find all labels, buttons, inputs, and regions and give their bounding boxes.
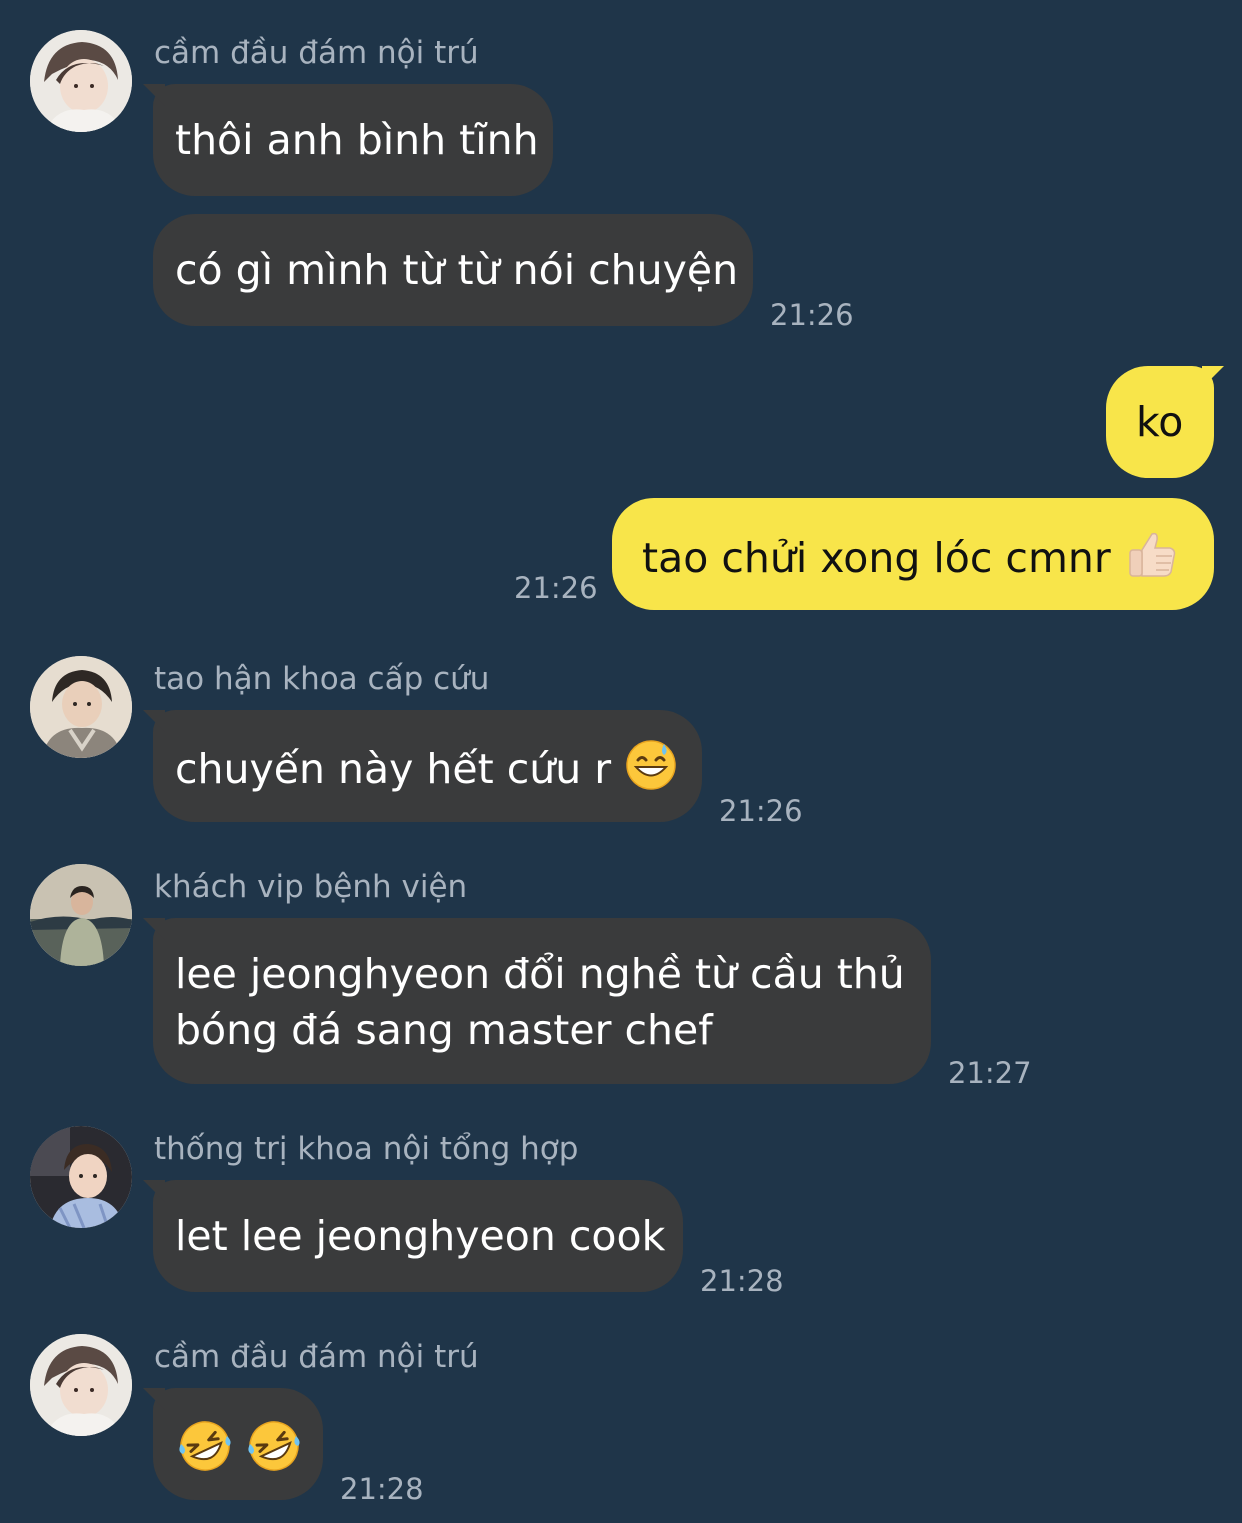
message-text: có gì mình từ từ nói chuyện: [175, 246, 739, 294]
avatar[interactable]: [30, 30, 132, 132]
message-bubble[interactable]: lee jeonghyeon đổi nghề từ cầu thủ bóng …: [143, 918, 931, 1084]
bubble-tail: [143, 710, 165, 732]
message-bubble[interactable]: [143, 1388, 323, 1500]
bubble-tail: [143, 84, 165, 106]
message-timestamp: 21:26: [514, 571, 598, 605]
message-text: thôi anh bình tĩnh: [175, 116, 539, 164]
bubble-tail: [143, 918, 165, 940]
sender-name: tao hận khoa cấp cứu: [154, 661, 490, 697]
message-timestamp: 21:26: [719, 794, 803, 828]
bubble-tail: [143, 1388, 165, 1410]
message-text: let lee jeonghyeon cook: [175, 1212, 666, 1260]
message-text: ko: [1136, 398, 1184, 446]
message-timestamp: 21:28: [340, 1472, 424, 1506]
avatar[interactable]: [30, 1126, 132, 1228]
message-bubble[interactable]: có gì mình từ từ nói chuyện: [153, 214, 753, 326]
message-bubble-mine[interactable]: tao chửi xong lóc cmnr: [612, 498, 1214, 610]
message-text: chuyến này hết cứu r: [175, 745, 612, 793]
message-bubble[interactable]: let lee jeonghyeon cook: [143, 1180, 683, 1292]
thumbs-up-icon: [1124, 526, 1180, 596]
message-timestamp: 21:28: [700, 1264, 784, 1298]
message-text: lee jeonghyeon đổi nghề từ cầu thủ bóng …: [175, 950, 905, 1054]
message-bubble[interactable]: chuyến này hết cứu r: [143, 710, 702, 822]
grinning-sweat-icon: [624, 738, 678, 806]
rolling-laughing-icon: [177, 1418, 233, 1488]
message-timestamp: 21:27: [948, 1056, 1032, 1090]
bubble-tail: [1202, 366, 1224, 388]
sender-name: khách vip bệnh viện: [154, 869, 468, 905]
rolling-laughing-icon: [246, 1418, 302, 1488]
avatar[interactable]: [30, 864, 132, 966]
message-timestamp: 21:26: [770, 298, 854, 332]
message-bubble-mine[interactable]: ko: [1106, 366, 1224, 478]
bubble-tail: [143, 1180, 165, 1202]
avatar[interactable]: [30, 1334, 132, 1436]
message-text: tao chửi xong lóc cmnr: [642, 534, 1111, 582]
avatar[interactable]: [30, 656, 132, 758]
sender-name: cầm đầu đám nội trú: [154, 35, 479, 71]
sender-name: cầm đầu đám nội trú: [154, 1339, 479, 1375]
sender-name: thống trị khoa nội tổng hợp: [154, 1131, 579, 1167]
message-bubble[interactable]: thôi anh bình tĩnh: [143, 84, 553, 196]
